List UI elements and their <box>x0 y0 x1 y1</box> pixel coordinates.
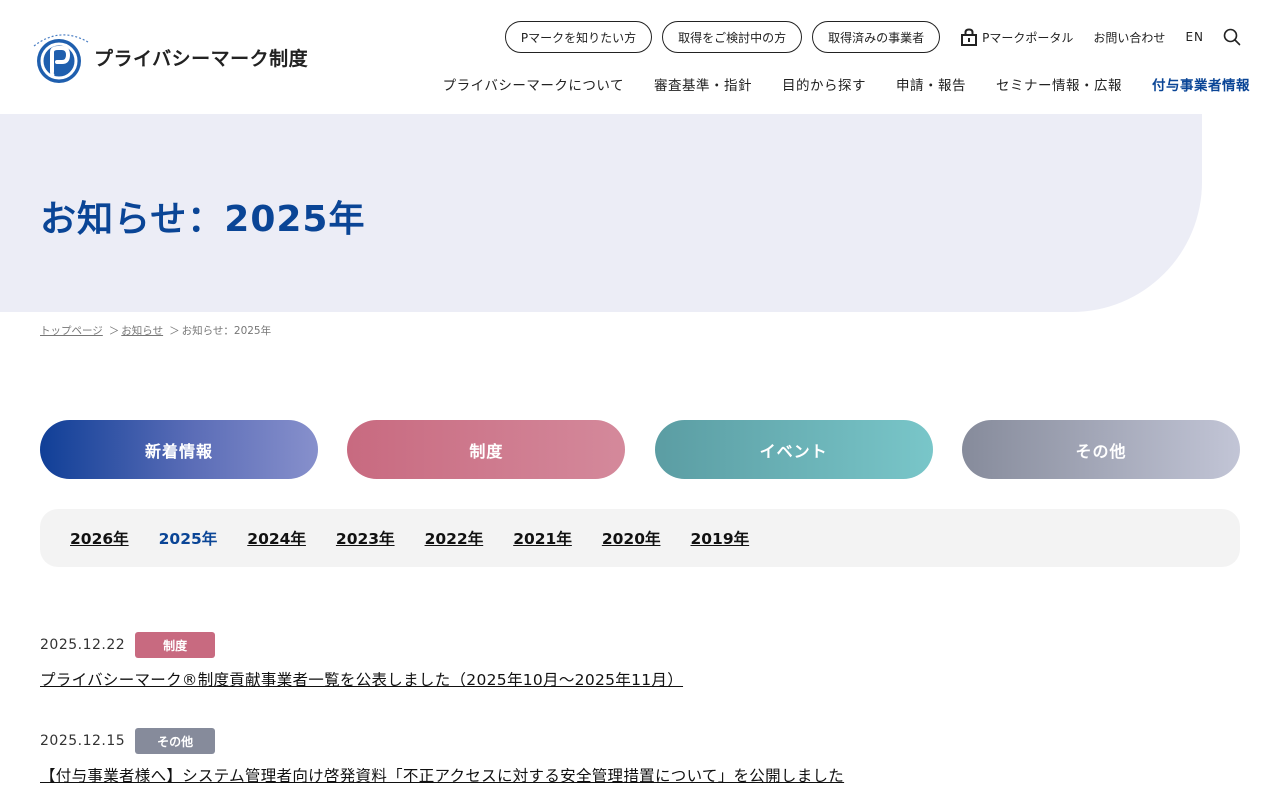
category-button-event[interactable]: イベント <box>654 420 933 479</box>
util-button-considering[interactable]: 取得をご検討中の方 <box>662 21 803 53</box>
news-item: 2025.12.15 その他 【付与事業者様へ】システム管理者向け啓発資料「不正… <box>40 728 1240 786</box>
lock-icon <box>961 28 978 46</box>
breadcrumb-separator: ＞ <box>169 325 180 337</box>
util-button-learn[interactable]: Pマークを知りたい方 <box>504 21 653 53</box>
year-link-2021[interactable]: 2021年 <box>513 527 572 549</box>
nav-item-about[interactable]: プライバシーマークについて <box>443 74 624 94</box>
news-item: 2025.12.22 制度 プライバシーマーク®制度貢献事業者一覧を公表しました… <box>40 632 1240 690</box>
category-tabs: 新着情報 制度 イベント その他 <box>40 420 1240 479</box>
page-hero: お知らせ：2025年 <box>0 114 1202 312</box>
news-category-tag: 制度 <box>135 632 216 658</box>
search-button[interactable] <box>1222 27 1242 47</box>
page-title: お知らせ：2025年 <box>40 199 366 240</box>
nav-item-granted-businesses[interactable]: 付与事業者情報 <box>1152 74 1250 94</box>
news-title-link[interactable]: 【付与事業者様へ】システム管理者向け啓発資料「不正アクセスに対する安全管理措置に… <box>40 764 844 786</box>
portal-link[interactable]: Pマークポータル <box>960 28 1073 46</box>
news-title-link[interactable]: プライバシーマーク®制度貢献事業者一覧を公表しました（2025年10月～2025… <box>40 668 683 690</box>
category-button-other[interactable]: その他 <box>961 420 1240 479</box>
nav-item-application[interactable]: 申請・報告 <box>896 74 966 94</box>
category-button-news[interactable]: 新着情報 <box>40 420 318 479</box>
language-link-en[interactable]: EN <box>1185 30 1204 44</box>
contact-link[interactable]: お問い合わせ <box>1093 29 1165 46</box>
year-link-2026[interactable]: 2026年 <box>70 527 129 549</box>
category-button-system[interactable]: 制度 <box>347 420 626 479</box>
breadcrumb: トップページ ＞ お知らせ ＞ お知らせ：2025年 <box>40 323 271 338</box>
year-link-2023[interactable]: 2023年 <box>336 527 395 549</box>
utility-nav: Pマークを知りたい方 取得をご検討中の方 取得済みの事業者 Pマークポータル お… <box>504 21 1280 53</box>
year-filter: 2026年 2025年 2024年 2023年 2022年 2021年 2020… <box>40 509 1240 567</box>
search-icon <box>1223 28 1241 46</box>
site-header: プライバシーマーク制度 Pマークを知りたい方 取得をご検討中の方 取得済みの事業… <box>0 0 1280 114</box>
breadcrumb-news[interactable]: お知らせ <box>121 323 163 338</box>
main-nav: プライバシーマークについて 審査基準・指針 目的から探す 申請・報告 セミナー情… <box>413 72 1250 96</box>
year-link-2025[interactable]: 2025年 <box>159 527 218 549</box>
portal-link-label: Pマークポータル <box>982 30 1074 45</box>
year-link-2020[interactable]: 2020年 <box>602 527 661 549</box>
site-logo[interactable]: プライバシーマーク制度 <box>30 30 308 84</box>
breadcrumb-current: お知らせ：2025年 <box>181 325 272 337</box>
breadcrumb-home[interactable]: トップページ <box>40 323 103 338</box>
news-list: 2025.12.22 制度 プライバシーマーク®制度貢献事業者一覧を公表しました… <box>40 632 1240 800</box>
nav-item-standards[interactable]: 審査基準・指針 <box>654 74 752 94</box>
news-category-tag: その他 <box>135 728 216 754</box>
logo-text: プライバシーマーク制度 <box>94 47 309 70</box>
news-meta: 2025.12.22 制度 <box>40 632 1240 658</box>
news-date: 2025.12.22 <box>40 637 126 653</box>
year-link-2019[interactable]: 2019年 <box>690 527 749 549</box>
nav-item-seminar[interactable]: セミナー情報・広報 <box>996 74 1122 94</box>
year-link-2022[interactable]: 2022年 <box>425 527 484 549</box>
util-button-acquired[interactable]: 取得済みの事業者 <box>812 21 941 53</box>
year-link-2024[interactable]: 2024年 <box>247 527 306 549</box>
breadcrumb-separator: ＞ <box>108 325 120 337</box>
news-date: 2025.12.15 <box>40 733 126 749</box>
nav-item-purpose[interactable]: 目的から探す <box>782 74 866 94</box>
news-meta: 2025.12.15 その他 <box>40 728 1240 754</box>
privacy-mark-logo-icon <box>33 34 89 83</box>
